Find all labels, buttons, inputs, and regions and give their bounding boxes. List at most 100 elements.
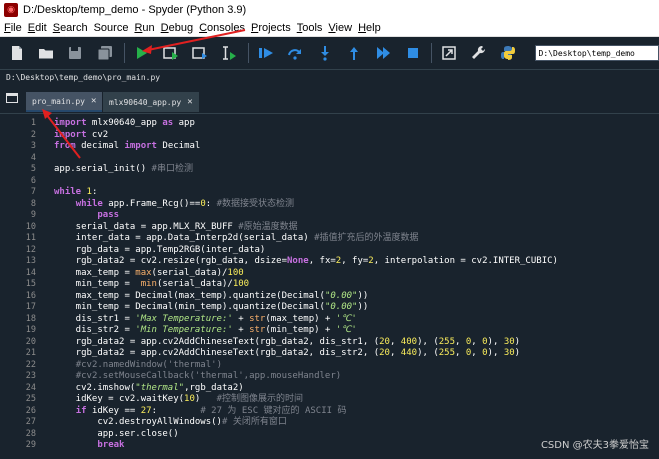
menu-consoles[interactable]: Consoles [199, 22, 245, 34]
code-line[interactable]: max_temp = max(serial_data)/100 [54, 268, 244, 280]
code-line[interactable]: min_temp = min(serial_data)/100 [54, 279, 249, 291]
toolbar-separator [123, 43, 125, 63]
line-number: 14 [25, 267, 36, 278]
step-over-icon[interactable] [284, 42, 305, 64]
code-line[interactable]: if idKey == 27: # 27 为 ESC 键对应的 ASCII 码 [54, 406, 347, 418]
line-number: 22 [25, 359, 36, 370]
tab-pro-main[interactable]: pro_main.py ✕ [26, 92, 103, 112]
line-number: 4 [30, 152, 36, 163]
line-number: 15 [25, 279, 36, 289]
line-number: 1 [30, 118, 36, 128]
line-number: 29 [25, 440, 36, 450]
maximize-pane-icon[interactable] [438, 42, 459, 64]
line-number: 5 [30, 164, 36, 174]
line-number-gutter: 1 2 3 4 5 6 7 8 9 10 11 12 13 14 15 16 17 18 19 20 21 22 23 24 2… [0, 114, 44, 459]
line-number: 18 [25, 313, 36, 324]
file-path-bar: D:\Desktop\temp_demo\pro_main.py [0, 69, 659, 85]
menu-debug[interactable]: Debug [161, 22, 193, 34]
browse-tabs-icon[interactable] [6, 93, 18, 103]
code-line[interactable]: idKey = cv2.waitKey(10) #控制图像展示的时间 [54, 394, 303, 406]
line-number: 25 [25, 394, 36, 404]
line-number: 27 [25, 417, 36, 427]
code-line[interactable]: max_temp = Decimal(max_temp).quantize(De… [54, 291, 369, 303]
code-line[interactable]: app.ser.close() [54, 429, 178, 441]
code-line[interactable]: while app.Frame_Rcg()==0: #数据接受状态检测 [54, 199, 294, 211]
menu-view[interactable]: View [328, 22, 352, 34]
code-line[interactable]: import cv2 [54, 130, 108, 142]
save-all-icon[interactable] [94, 42, 115, 64]
line-number: 3 [30, 141, 36, 151]
code-line[interactable]: import mlx90640_app as app [54, 118, 195, 130]
step-into-icon[interactable] [314, 42, 335, 64]
editor-tabs-row: pro_main.py ✕ mlx90640_app.py ✕ [0, 85, 659, 113]
menu-source[interactable]: Source [94, 22, 129, 34]
line-number: 11 [25, 233, 36, 243]
code-area[interactable]: import mlx90640_app as app import cv2 from… [54, 114, 654, 459]
line-number: 12 [25, 244, 36, 255]
save-icon[interactable] [65, 42, 86, 64]
code-line[interactable]: rgb_data2 = app.cv2AddChineseText(rgb_da… [54, 337, 520, 349]
code-line[interactable]: min_temp = Decimal(min_temp).quantize(De… [54, 302, 369, 314]
code-line[interactable]: dis_str1 = 'Max Temperature:' + str(max_… [54, 314, 357, 326]
step-return-icon[interactable] [343, 42, 364, 64]
new-file-icon[interactable] [6, 42, 27, 64]
line-number: 8 [30, 198, 36, 209]
code-line[interactable]: break [54, 440, 124, 452]
line-number: 6 [30, 175, 36, 186]
line-number: 16 [25, 290, 36, 301]
line-number: 17 [25, 302, 36, 312]
close-icon[interactable]: ✕ [91, 96, 96, 106]
code-line[interactable]: app.serial_init() #串口检测 [54, 164, 193, 176]
code-line[interactable]: rgb_data2 = app.cv2AddChineseText(rgb_da… [54, 348, 520, 360]
line-number: 26 [25, 405, 36, 416]
close-icon[interactable]: ✕ [187, 97, 192, 107]
run-cell-advance-icon[interactable] [189, 42, 210, 64]
code-line[interactable]: cv2.destroyAllWindows()# 关闭所有窗口 [54, 417, 286, 429]
current-file-path: D:\Desktop\temp_demo\pro_main.py [6, 73, 161, 82]
code-line[interactable]: dis_str2 = 'Min Temperature:' + str(min_… [54, 325, 357, 337]
code-line[interactable]: from decimal import Decimal [54, 141, 200, 153]
line-number: 23 [25, 371, 36, 381]
working-directory-input[interactable]: D:\Desktop\temp_demo [534, 45, 659, 61]
preferences-icon[interactable] [468, 42, 489, 64]
tab-label: pro_main.py [32, 96, 85, 106]
line-number: 28 [25, 428, 36, 439]
run-cell-debug-icon[interactable] [255, 42, 276, 64]
menu-tools[interactable]: Tools [297, 22, 323, 34]
code-line[interactable]: inter_data = app.Data_Interp2d(serial_da… [54, 233, 419, 245]
line-number: 2 [30, 129, 36, 140]
window-title: D:/Desktop/temp_demo - Spyder (Python 3.… [23, 4, 247, 16]
line-number: 20 [25, 336, 36, 347]
run-icon[interactable] [131, 42, 152, 64]
menu-search[interactable]: Search [53, 22, 88, 34]
menu-file[interactable]: File [4, 22, 22, 34]
run-selection-icon[interactable] [219, 42, 240, 64]
code-line[interactable]: rgb_data2 = cv2.resize(rgb_data, dsize=N… [54, 256, 558, 268]
menu-run[interactable]: Run [134, 22, 154, 34]
menu-help[interactable]: Help [358, 22, 381, 34]
code-line[interactable]: pass [54, 210, 119, 222]
toolbar-separator [248, 43, 250, 63]
toolbar-separator [431, 43, 433, 63]
menu-projects[interactable]: Projects [251, 22, 291, 34]
tab-mlx90640-app[interactable]: mlx90640_app.py ✕ [103, 92, 199, 112]
spyder-app-icon: ◉ [4, 3, 18, 17]
code-line[interactable]: serial_data = app.MLX_RX_BUFF #原始温度数据 [54, 222, 298, 234]
code-line[interactable]: #cv2.setMouseCallback('thermal',app.mous… [54, 371, 342, 383]
python-path-icon[interactable] [497, 42, 518, 64]
code-line[interactable]: cv2.imshow("thermal",rgb_data2) [54, 383, 244, 395]
stop-icon[interactable] [402, 42, 423, 64]
title-bar: ◉ D:/Desktop/temp_demo - Spyder (Python … [0, 0, 659, 20]
line-number: 10 [25, 221, 36, 232]
code-line[interactable]: while 1: [54, 187, 97, 199]
code-line[interactable]: #cv2.namedWindow('thermal') [54, 360, 222, 372]
open-folder-icon[interactable] [35, 42, 56, 64]
line-number: 7 [30, 187, 36, 197]
code-line[interactable]: rgb_data = app.Temp2RGB(inter_data) [54, 245, 266, 257]
code-editor[interactable]: 1 2 3 4 5 6 7 8 9 10 11 12 13 14 15 16 17 18 19 20 21 22 23 24 2… [0, 113, 659, 459]
continue-icon[interactable] [373, 42, 394, 64]
run-cell-icon[interactable] [160, 42, 181, 64]
line-number: 13 [25, 256, 36, 266]
menu-edit[interactable]: Edit [28, 22, 47, 34]
line-number: 19 [25, 325, 36, 335]
